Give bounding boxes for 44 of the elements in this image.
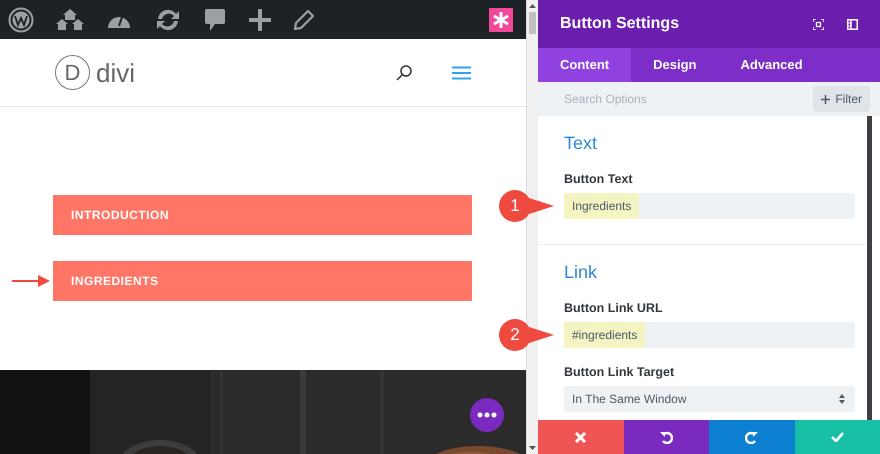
tab[interactable]: Advanced — [718, 48, 825, 82]
down-arrow-icon[interactable] — [529, 446, 536, 450]
search-field[interactable]: Search Options — [538, 82, 814, 116]
section-heading: Text — [564, 132, 598, 154]
filter-button[interactable]: Filter — [813, 86, 870, 112]
undo-icon — [660, 430, 673, 444]
scrollbar[interactable] — [526, 0, 538, 454]
tab[interactable]: Design — [631, 48, 718, 82]
up-arrow-icon[interactable] — [529, 4, 536, 8]
asterisk-icon[interactable] — [489, 8, 513, 32]
scrollbar[interactable] — [867, 116, 872, 420]
logo-icon: D — [55, 55, 90, 90]
field-label: Button Text — [564, 171, 634, 187]
field-label: Button Link URL — [564, 300, 664, 316]
plus-icon[interactable] — [248, 8, 272, 32]
callout-number: 2 — [509, 324, 521, 346]
houses-icon[interactable] — [56, 6, 84, 32]
check-icon — [830, 432, 844, 442]
sidebar-icon[interactable] — [847, 18, 858, 30]
callout-badge — [498, 318, 554, 352]
tab[interactable]: Content — [538, 48, 632, 82]
close-icon — [575, 432, 586, 442]
panel-title: Button Settings — [560, 14, 680, 34]
comment-icon[interactable] — [204, 8, 226, 32]
input-field[interactable]: #ingredients — [564, 322, 855, 348]
section-heading: Link — [564, 261, 598, 283]
pencil-icon[interactable] — [294, 10, 314, 30]
callout-number: 1 — [509, 195, 521, 218]
plus-icon — [821, 94, 830, 104]
callout-badge — [498, 189, 554, 223]
undo-button[interactable] — [624, 420, 709, 454]
logo-text: divi — [96, 60, 136, 86]
scrollbar-thumb[interactable] — [529, 12, 536, 34]
ellipsis-icon — [477, 412, 497, 418]
field-label: Button Link Target — [564, 364, 676, 380]
expand-icon[interactable] — [813, 18, 824, 30]
search-icon[interactable] — [396, 64, 412, 80]
redo-icon — [745, 430, 758, 444]
select-field[interactable]: In The Same Window — [564, 386, 855, 412]
wordpress-logo-icon[interactable] — [8, 6, 34, 32]
sort-arrows-icon — [839, 394, 845, 404]
redo-button[interactable] — [709, 420, 794, 454]
input-field[interactable]: Ingredients — [564, 193, 855, 219]
menu-icon[interactable] — [452, 66, 471, 80]
